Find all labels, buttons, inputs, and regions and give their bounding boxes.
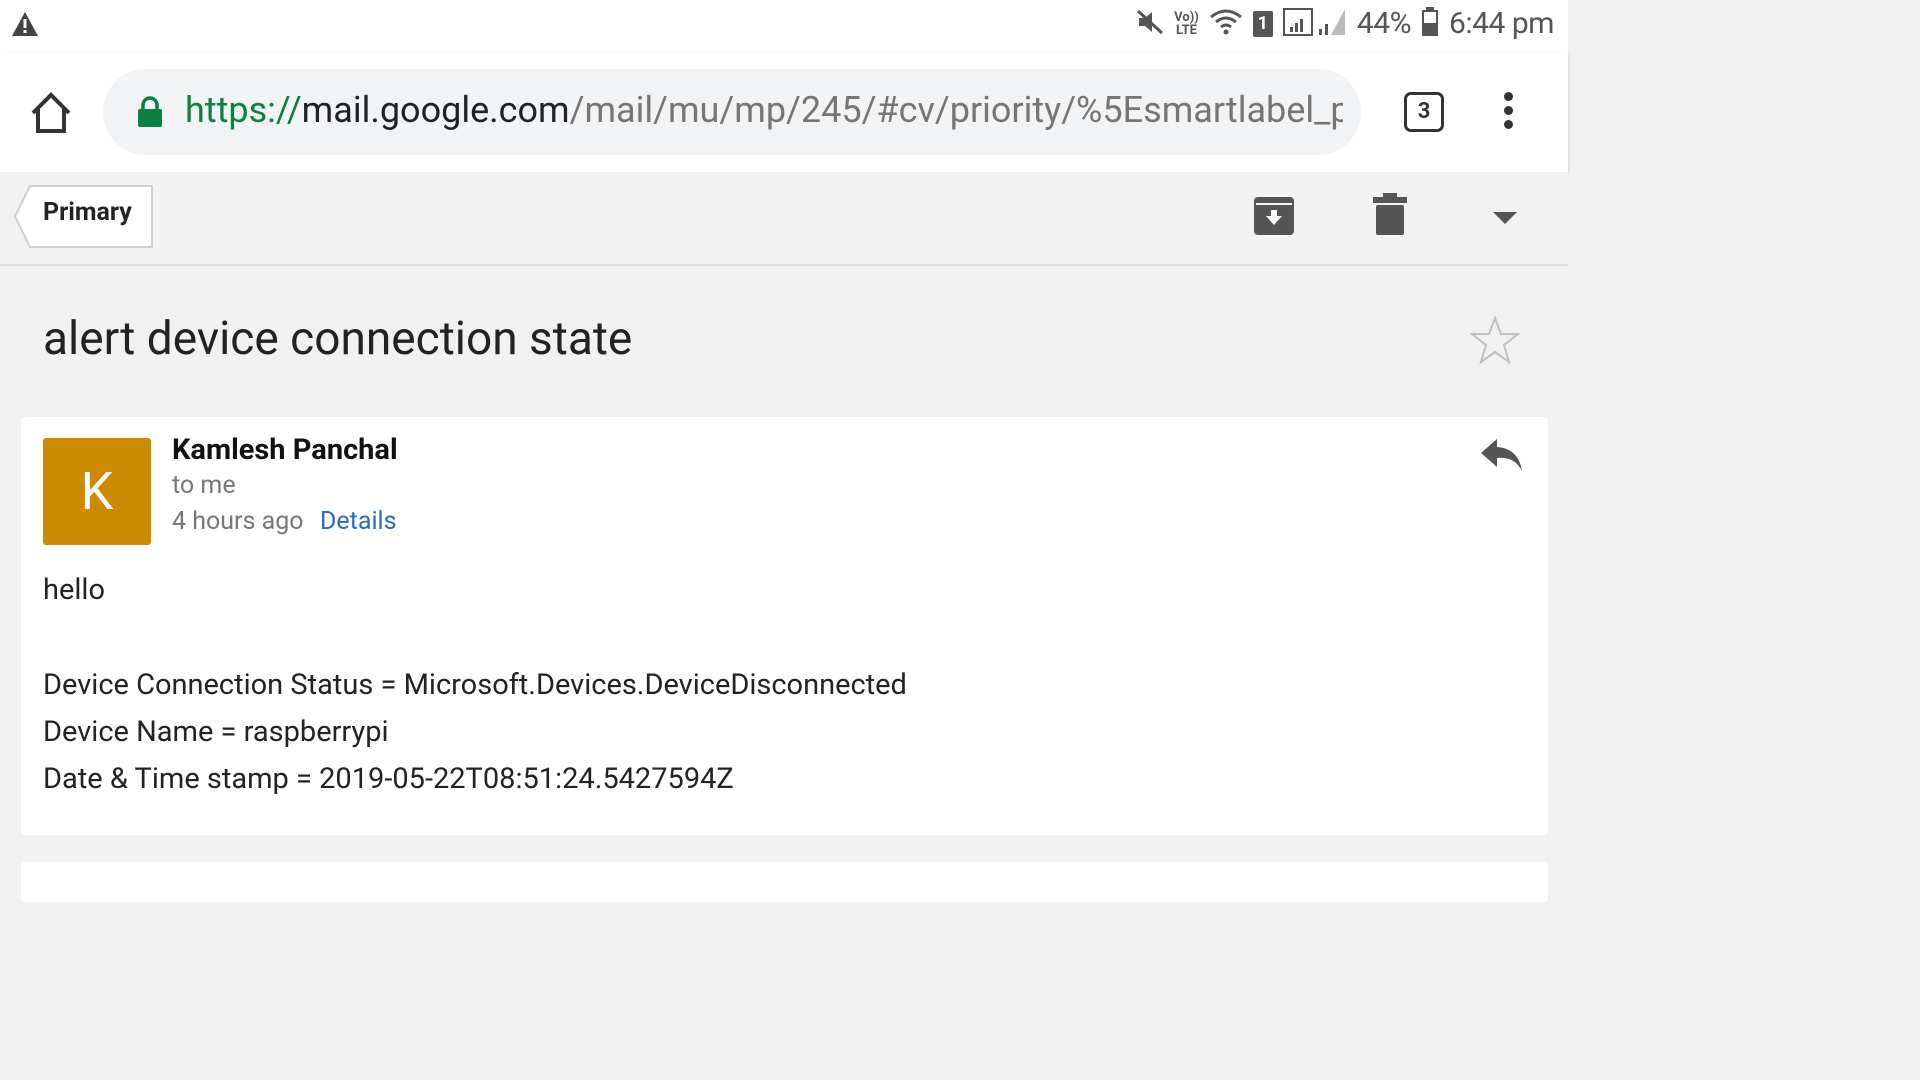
battery-icon bbox=[1421, 6, 1439, 41]
details-link[interactable]: Details bbox=[320, 507, 397, 536]
archive-icon[interactable] bbox=[1253, 194, 1295, 240]
message-card: K Kamlesh Panchal to me 4 hours ago Deta… bbox=[21, 417, 1548, 835]
address-bar[interactable]: https://mail.google.com/mail/mu/mp/245/#… bbox=[103, 69, 1361, 155]
warning-icon bbox=[10, 10, 40, 42]
tab-switcher-button[interactable]: 3 bbox=[1404, 92, 1444, 132]
reply-icon[interactable] bbox=[1479, 437, 1523, 477]
more-vert-icon[interactable] bbox=[1498, 92, 1518, 132]
sender-name: Kamlesh Panchal bbox=[172, 433, 398, 467]
url-text: https://mail.google.com/mail/mu/mp/245/#… bbox=[185, 89, 1343, 131]
recipient-line: to me bbox=[172, 471, 236, 500]
dropdown-arrow-icon[interactable] bbox=[1492, 210, 1518, 229]
message-line-timestamp: Date & Time stamp = 2019-05-22T08:51:24.… bbox=[43, 762, 734, 796]
subject-row: alert device connection state bbox=[0, 266, 1568, 414]
signal-icon bbox=[1282, 7, 1347, 41]
volte-icon: Vo)) LTE bbox=[1174, 9, 1199, 38]
lock-icon bbox=[137, 96, 163, 132]
timestamp: 4 hours ago bbox=[172, 507, 304, 536]
wifi-icon bbox=[1209, 8, 1243, 40]
star-icon[interactable] bbox=[1469, 315, 1521, 368]
message-line-status: Device Connection Status = Microsoft.Dev… bbox=[43, 668, 907, 702]
email-subject: alert device connection state bbox=[43, 312, 633, 366]
browser-toolbar: https://mail.google.com/mail/mu/mp/245/#… bbox=[0, 52, 1568, 172]
mute-icon bbox=[1136, 8, 1164, 40]
delete-icon[interactable] bbox=[1372, 192, 1408, 240]
avatar: K bbox=[43, 438, 151, 545]
next-message-card bbox=[21, 862, 1548, 902]
message-line-device-name: Device Name = raspberrypi bbox=[43, 715, 389, 749]
sim-icon: 1 bbox=[1252, 10, 1273, 37]
message-greeting: hello bbox=[43, 573, 105, 607]
status-bar: Vo)) LTE 1 44% 6:44 pm bbox=[0, 0, 1568, 52]
message-toolbar: Primary bbox=[0, 172, 1568, 266]
home-icon[interactable] bbox=[28, 90, 74, 136]
